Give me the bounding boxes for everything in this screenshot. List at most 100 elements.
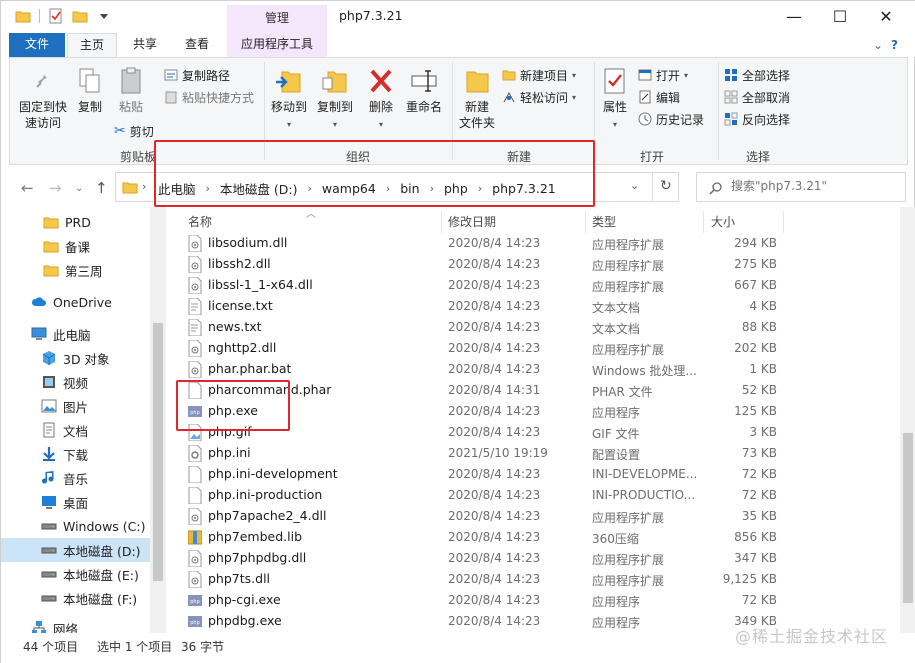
search-input[interactable]	[731, 179, 901, 193]
minimize-button[interactable]: —	[771, 1, 817, 31]
select-all-icon	[725, 69, 737, 81]
nav-item[interactable]: 此电脑	[1, 322, 151, 346]
nav-item[interactable]: OneDrive	[1, 290, 151, 314]
file-row[interactable]: license.txt 2020/8/4 14:23 文本文档 4 KB	[166, 296, 896, 317]
move-to-button[interactable]: 移动到 ▾	[268, 66, 310, 133]
maximize-button[interactable]: ☐	[817, 1, 863, 31]
column-header-type[interactable]: 类型	[592, 213, 616, 230]
paste-icon	[121, 67, 141, 94]
file-list-scrollbar[interactable]	[900, 207, 915, 633]
file-row[interactable]: libssl-1_1-x64.dll 2020/8/4 14:23 应用程序扩展 66…	[166, 275, 896, 296]
nav-item[interactable]: 本地磁盘 (F:)	[1, 586, 151, 610]
file-row[interactable]: php7ts.dll 2020/8/4 14:23 应用程序扩展 9,125 KB	[166, 569, 896, 590]
nav-item[interactable]: 3D 对象	[1, 346, 151, 370]
nav-item[interactable]: 下载	[1, 442, 151, 466]
open-button[interactable]: 打开 ▾	[638, 66, 688, 84]
file-type: 应用程序扩展	[592, 343, 665, 357]
file-row[interactable]: php7apache2_4.dll 2020/8/4 14:23 应用程序扩展 35 …	[166, 506, 896, 527]
properties-button[interactable]: 属性 ▾	[598, 66, 632, 133]
invert-selection-button[interactable]: 反向选择	[724, 110, 790, 128]
paste-shortcut-button[interactable]: 粘贴快捷方式	[164, 88, 254, 106]
file-date: 2020/8/4 14:23	[448, 467, 541, 481]
file-row[interactable]: php.ini-development 2020/8/4 14:23 INI-DEV…	[166, 464, 896, 485]
file-row[interactable]: libsodium.dll 2020/8/4 14:23 应用程序扩展 294 KB	[166, 233, 896, 254]
nav-item[interactable]: 音乐	[1, 466, 151, 490]
file-row[interactable]: php.ini 2021/5/10 19:19 配置设置 73 KB	[166, 443, 896, 464]
properties-check-icon[interactable]	[48, 8, 64, 24]
column-divider[interactable]	[783, 211, 784, 233]
paste-button[interactable]: 粘贴	[114, 66, 148, 115]
easy-access-button[interactable]: 轻松访问 ▾	[502, 88, 576, 106]
php-exe-icon: php	[188, 616, 202, 627]
file-row[interactable]: php.ini-production 2020/8/4 14:23 INI-PROD…	[166, 485, 896, 506]
help-icon[interactable]: ?	[891, 38, 898, 52]
history-button[interactable]: 历史记录	[638, 110, 704, 128]
delete-button[interactable]: 删除 ▾	[364, 66, 398, 133]
tab-file[interactable]: 文件	[9, 33, 65, 57]
file-row[interactable]: php php-cgi.exe 2020/8/4 14:23 应用程序 72 KB	[166, 590, 896, 611]
copy-path-button[interactable]: 复制路径	[164, 66, 230, 84]
rename-button[interactable]: 重命名	[402, 66, 446, 115]
nav-item-label: 第三周	[65, 263, 103, 279]
dll-icon	[188, 277, 202, 294]
cut-button[interactable]: ✂ 剪切	[114, 122, 154, 140]
new-folder-icon[interactable]	[72, 8, 88, 24]
edit-button[interactable]: 编辑	[638, 88, 680, 106]
selection-size: 36 字节	[181, 640, 225, 654]
nav-item[interactable]: 文档	[1, 418, 151, 442]
pin-quick-access-button[interactable]: 固定到快 速访问	[14, 66, 72, 131]
address-dropdown-icon[interactable]: ⌄	[630, 179, 639, 192]
file-row[interactable]: news.txt 2020/8/4 14:23 文本文档 88 KB	[166, 317, 896, 338]
nav-item[interactable]: 本地磁盘 (E:)	[1, 562, 151, 586]
column-divider[interactable]	[585, 211, 586, 233]
nav-scrollbar[interactable]	[150, 207, 166, 633]
context-tab-manage[interactable]: 管理	[227, 5, 327, 33]
file-row[interactable]: libssh2.dll 2020/8/4 14:23 应用程序扩展 275 KB	[166, 254, 896, 275]
folder-icon[interactable]	[15, 8, 31, 24]
file-date: 2020/8/4 14:23	[448, 341, 541, 355]
new-item-button[interactable]: 新建项目 ▾	[502, 66, 576, 84]
file-row[interactable]: phar.phar.bat 2020/8/4 14:23 Windows 批处理..…	[166, 359, 896, 380]
select-all-button[interactable]: 全部选择	[724, 66, 790, 84]
column-divider[interactable]	[703, 211, 704, 233]
file-type: PHAR 文件	[592, 385, 653, 399]
forward-arrow-icon[interactable]: →	[49, 179, 62, 197]
tab-home[interactable]: 主页	[67, 33, 117, 57]
tab-app-tools[interactable]: 应用程序工具	[227, 33, 327, 57]
column-header-date[interactable]: 修改日期	[448, 213, 496, 230]
up-arrow-icon[interactable]: ↑	[95, 179, 108, 197]
nav-item-label: 本地磁盘 (D:)	[63, 543, 141, 559]
close-button[interactable]: ✕	[863, 1, 909, 31]
nav-item[interactable]: 图片	[1, 394, 151, 418]
file-row[interactable]: nghttp2.dll 2020/8/4 14:23 应用程序扩展 202 KB	[166, 338, 896, 359]
refresh-icon[interactable]: ↻	[660, 178, 672, 194]
breadcrumb-chevron-icon: ›	[142, 180, 147, 193]
column-divider[interactable]	[441, 211, 442, 233]
select-none-button[interactable]: 全部取消	[724, 88, 790, 106]
nav-item[interactable]: 本地磁盘 (D:)	[1, 538, 151, 562]
copy-button[interactable]: 复制	[72, 66, 108, 115]
copy-to-button[interactable]: 复制到 ▾	[314, 66, 356, 133]
chevron-down-icon[interactable]	[96, 8, 112, 24]
tab-share[interactable]: 共享	[121, 33, 169, 57]
file-list-scrollbar-thumb[interactable]	[903, 433, 913, 603]
back-arrow-icon[interactable]: ←	[21, 179, 34, 197]
tab-view[interactable]: 查看	[173, 33, 221, 57]
search-box[interactable]	[696, 172, 906, 202]
nav-item[interactable]: Windows (C:)	[1, 514, 151, 538]
nav-item[interactable]: 桌面	[1, 490, 151, 514]
nav-scrollbar-thumb[interactable]	[153, 323, 163, 581]
new-folder-button[interactable]: 新建 文件夹	[456, 66, 498, 131]
file-size: 347 KB	[734, 551, 777, 565]
file-row[interactable]: php7phpdbg.dll 2020/8/4 14:23 应用程序扩展 347 KB	[166, 548, 896, 569]
nav-item[interactable]: 视频	[1, 370, 151, 394]
collapse-ribbon-icon[interactable]: ⌄	[873, 38, 883, 52]
folder-icon	[43, 241, 59, 253]
nav-item[interactable]: PRD	[1, 210, 151, 234]
recent-locations-chevron-icon[interactable]: ⌄	[75, 183, 83, 194]
column-header-size[interactable]: 大小	[711, 213, 735, 230]
nav-item[interactable]: 第三周	[1, 258, 151, 282]
file-row[interactable]: php7embed.lib 2020/8/4 14:23 360压缩 856 KB	[166, 527, 896, 548]
column-header-name[interactable]: 名称	[188, 213, 212, 230]
nav-item[interactable]: 备课	[1, 234, 151, 258]
